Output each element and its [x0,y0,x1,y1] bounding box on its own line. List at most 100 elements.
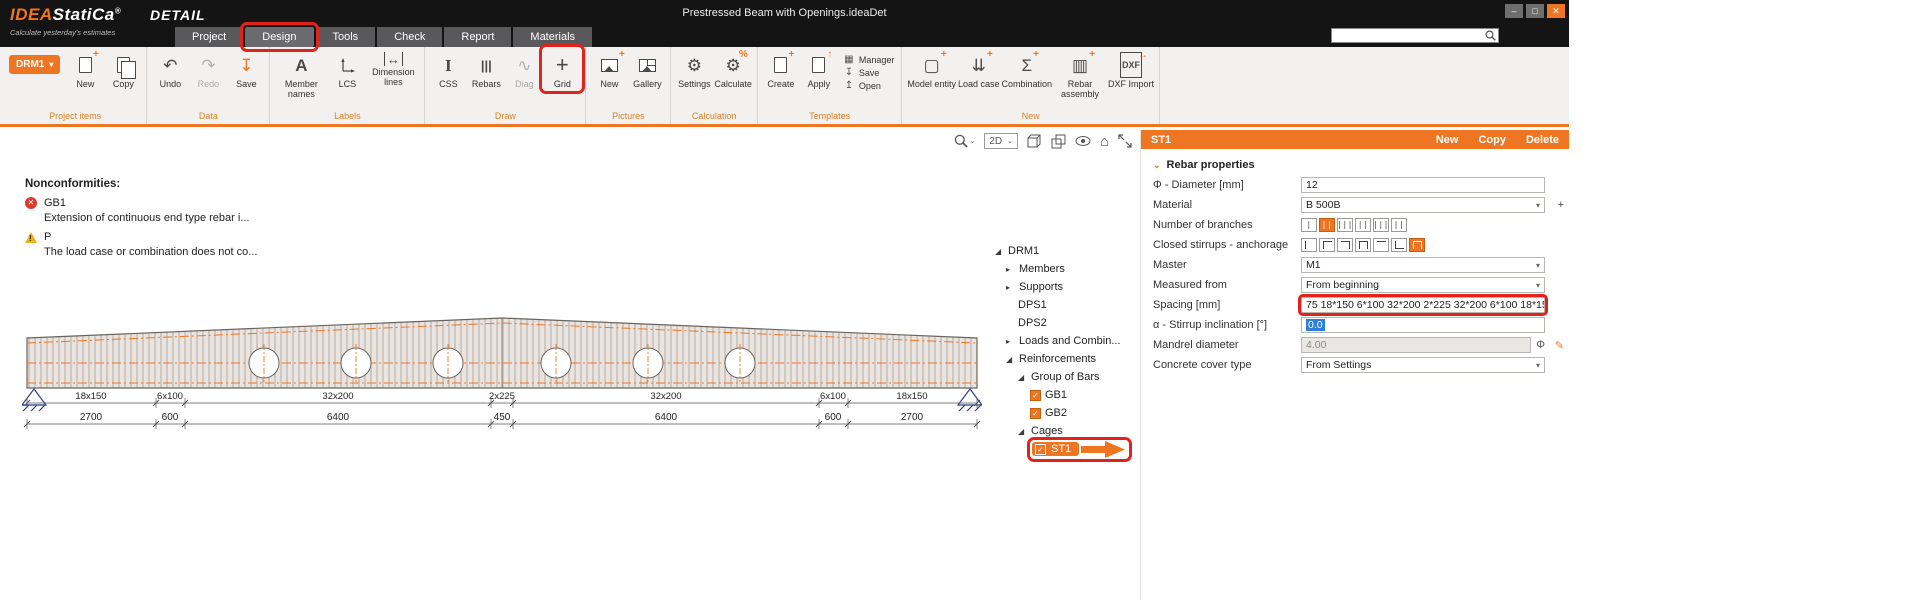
tree-collapsed-icon[interactable]: ▸ [1006,265,1015,274]
measured-from-select[interactable]: From beginning ▾ [1301,277,1545,293]
anchorage-option-5[interactable] [1373,238,1389,252]
tree-item-drm1[interactable]: ◢ DRM1 [995,242,1145,260]
tree-item-dps2[interactable]: DPS2 [995,314,1145,332]
ribbon-group-label: Draw [430,110,580,124]
gallery-button[interactable]: Gallery [629,49,665,89]
tab-report[interactable]: Report [444,27,511,47]
tree-expanded-icon[interactable]: ◢ [1018,427,1027,436]
settings-button[interactable]: ⚙ Settings [676,49,712,89]
tree-item-supports[interactable]: ▸ Supports [995,278,1145,296]
spacing-input[interactable]: 75 18*150 6*100 32*200 2*225 32*200 6*10… [1301,297,1545,313]
template-open-button[interactable]: ↥ Open [843,80,895,91]
anchorage-option-2[interactable] [1319,238,1335,252]
redo-button[interactable]: ↷ Redo [190,49,226,89]
anchorage-option-6[interactable] [1391,238,1407,252]
template-manager-button[interactable]: ▦ Manager [843,54,895,65]
layers-button[interactable] [1051,134,1066,149]
new-cage-button[interactable]: New [1436,134,1459,146]
dimension-lines-button[interactable]: ↔ Dimension lines [367,49,419,88]
tree-item-loads[interactable]: ▸ Loads and Combin... [995,332,1145,350]
branches-option-1[interactable]: | [1301,218,1317,232]
tab-check[interactable]: Check [377,27,442,47]
tab-materials[interactable]: Materials [513,27,592,47]
tree-expanded-icon[interactable]: ◢ [1006,355,1015,364]
view-mode-dropdown[interactable]: 2D ⌄ [984,133,1018,149]
master-select[interactable]: M1 ▾ [1301,257,1545,273]
tree-item-gb2[interactable]: ✓ GB2 [995,404,1145,422]
axonometry-button[interactable] [1027,134,1042,149]
combination-button[interactable]: Σ+ Combination [1002,49,1053,89]
branches-option-6[interactable]: |||||| [1391,218,1407,232]
anchorage-option-3[interactable] [1337,238,1353,252]
branches-option-3[interactable]: ||| [1337,218,1353,232]
checkbox-checked-icon[interactable]: ✓ [1030,408,1041,419]
tree-item-gb1[interactable]: ✓ GB1 [995,386,1145,404]
new-project-item-button[interactable]: + New [67,49,103,89]
tab-project[interactable]: Project [175,27,243,47]
zoom-menu-button[interactable]: ⌄ [954,134,975,148]
css-button[interactable]: I CSS [430,49,466,89]
mandrel-input[interactable]: 4.00 [1301,337,1531,353]
copy-cage-button[interactable]: Copy [1478,134,1506,146]
lcs-button[interactable]: LCS [329,49,365,89]
minimize-button[interactable]: – [1505,4,1523,18]
visibility-button[interactable] [1075,135,1091,147]
load-case-button[interactable]: ⇊+ Load case [958,49,1000,89]
tree-collapsed-icon[interactable]: ▸ [1006,337,1015,346]
maximize-button[interactable]: □ [1526,4,1544,18]
checkbox-checked-icon[interactable]: ✓ [1035,444,1046,455]
member-names-button[interactable]: A Member names [275,49,327,100]
tree-expanded-icon[interactable]: ◢ [1018,373,1027,382]
tree-item-cages[interactable]: ◢ Cages [995,422,1145,440]
calculate-button[interactable]: ⚙% Calculate [714,49,752,89]
project-item-selector[interactable]: DRM1 ▾ [9,55,60,74]
tree-item-group-of-bars[interactable]: ◢ Group of Bars [995,368,1145,386]
add-material-button[interactable]: + [1558,199,1564,211]
tree-item-st1-selected[interactable]: ✓ ST1 [1032,442,1079,456]
tab-tools[interactable]: Tools [316,27,376,47]
edit-pencil-icon[interactable]: ✎ [1555,339,1564,352]
diag-button[interactable]: ∿ Diag [506,49,542,89]
tree-item-dps1[interactable]: DPS1 [995,296,1145,314]
undo-button[interactable]: ↶ Undo [152,49,188,89]
inclination-input[interactable]: 0.0 [1301,317,1545,333]
rebar-assembly-button[interactable]: ▥+ Rebar assembly [1054,49,1106,100]
search-input[interactable] [1331,28,1499,43]
fit-view-button[interactable] [1118,134,1132,148]
tree-item-reinforcements[interactable]: ◢ Reinforcements [995,350,1145,368]
copy-project-item-button[interactable]: Copy [105,49,141,89]
nonconformity-item[interactable]: ✕ GB1 Extension of continuous end type r… [25,197,257,224]
undo-icon: ↶ [163,52,177,78]
close-button[interactable]: ✕ [1547,4,1565,18]
branches-option-4[interactable]: |||| [1355,218,1371,232]
create-template-button[interactable]: + Create [763,49,799,89]
cover-select[interactable]: From Settings ▾ [1301,357,1545,373]
tree-expanded-icon[interactable]: ◢ [995,247,1004,256]
anchorage-option-1[interactable] [1301,238,1317,252]
dxf-import-button[interactable]: DXF→ DXF Import [1108,49,1154,89]
diameter-input[interactable]: 12 [1301,177,1545,193]
template-save-button[interactable]: ↧ Save [843,67,895,78]
anchorage-option-4[interactable] [1355,238,1371,252]
delete-cage-button[interactable]: Delete [1526,134,1559,146]
tree-item-members[interactable]: ▸ Members [995,260,1145,278]
branches-option-5[interactable]: ||||| [1373,218,1389,232]
model-entity-button[interactable]: ▢+ Model entity [907,49,956,89]
new-picture-button[interactable]: + New [591,49,627,89]
material-select[interactable]: B 500B ▾ [1301,197,1545,213]
anchorage-option-7-selected[interactable] [1409,238,1425,252]
home-view-button[interactable]: ⌂ [1100,134,1109,149]
checkbox-checked-icon[interactable]: ✓ [1030,390,1041,401]
apply-template-button[interactable]: ↑ Apply [801,49,837,89]
save-button[interactable]: ↧ Save [228,49,264,89]
branches-option-2-selected[interactable]: || [1319,218,1335,232]
tree-item-st1[interactable]: ✓ ST1 [995,440,1145,458]
tab-design[interactable]: Design [245,27,313,47]
tree-collapsed-icon[interactable]: ▸ [1006,283,1015,292]
nonconformity-item[interactable]: P The load case or combination does not … [25,231,257,258]
section-rebar-properties[interactable]: ⌄ Rebar properties [1141,155,1569,175]
rebars-button[interactable]: ||| Rebars [468,49,504,89]
grid-button[interactable]: + Grid [544,49,580,89]
properties-header: ST1 New Copy Delete [1141,130,1569,149]
drawing-canvas[interactable]: ⌄ 2D ⌄ ⌂ [0,130,1140,600]
